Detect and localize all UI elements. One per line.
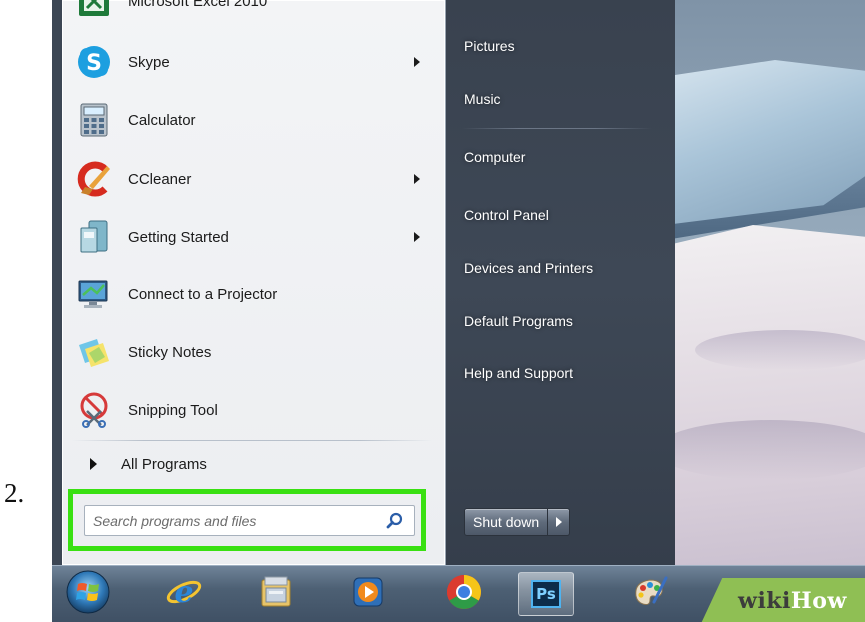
taskbar-windows-explorer[interactable] <box>248 572 304 616</box>
wikihow-watermark: wiki How <box>738 584 847 618</box>
snipping-tool-icon <box>74 390 114 430</box>
taskbar-media-player[interactable] <box>340 572 396 616</box>
submenu-arrow-icon[interactable] <box>414 232 420 242</box>
windows-start-icon <box>64 568 112 621</box>
program-item-calculator[interactable]: Calculator <box>70 92 432 148</box>
svg-text:S: S <box>86 51 102 76</box>
program-item-excel[interactable]: Microsoft Excel 2010 <box>70 0 432 29</box>
ccleaner-icon <box>74 159 114 199</box>
program-label: Snipping Tool <box>128 401 218 419</box>
search-box[interactable] <box>84 505 415 536</box>
program-label: Microsoft Excel 2010 <box>128 0 268 10</box>
all-programs-button[interactable]: All Programs <box>70 447 432 481</box>
sticky-notes-icon <box>74 332 114 372</box>
desktop-wallpaper <box>675 0 865 565</box>
program-item-connect-projector[interactable]: Connect to a Projector <box>70 266 432 322</box>
program-item-sticky-notes[interactable]: Sticky Notes <box>70 324 432 380</box>
places-pane: Pictures Music Computer Control Panel De… <box>446 0 675 565</box>
menu-item-control-panel[interactable]: Control Panel <box>464 200 664 230</box>
programs-pane: Microsoft Excel 2010 S Skype Calculator … <box>62 0 446 565</box>
menu-item-help-support[interactable]: Help and Support <box>464 358 664 388</box>
paint-icon <box>630 572 670 617</box>
start-menu: Microsoft Excel 2010 S Skype Calculator … <box>62 0 675 565</box>
menu-divider <box>72 440 432 441</box>
program-label: CCleaner <box>128 170 192 188</box>
menu-item-pictures[interactable]: Pictures <box>464 31 664 61</box>
menu-item-computer[interactable]: Computer <box>464 142 664 172</box>
all-programs-label: All Programs <box>121 455 207 473</box>
getting-started-icon <box>74 217 114 257</box>
internet-explorer-icon: e <box>164 572 204 617</box>
photoshop-icon: Ps <box>531 580 561 608</box>
shutdown-group: Shut down <box>464 508 571 536</box>
submenu-arrow-icon[interactable] <box>414 174 420 184</box>
step-number: 2. <box>4 478 25 508</box>
program-label: Calculator <box>128 111 196 129</box>
search-input[interactable] <box>85 506 384 535</box>
watermark-wiki: wiki <box>738 588 791 614</box>
menu-divider <box>462 128 652 129</box>
folder-icon <box>256 572 296 617</box>
excel-icon <box>74 0 114 21</box>
program-item-skype[interactable]: S Skype <box>70 34 432 90</box>
program-item-snipping-tool[interactable]: Snipping Tool <box>70 382 432 438</box>
submenu-arrow-icon[interactable] <box>414 57 420 67</box>
svg-text:e: e <box>174 575 193 610</box>
search-icon[interactable] <box>384 510 406 532</box>
chevron-right-icon <box>90 458 97 470</box>
menu-item-devices-printers[interactable]: Devices and Printers <box>464 253 664 283</box>
chrome-icon <box>444 572 484 617</box>
taskbar-paint[interactable] <box>622 572 678 616</box>
projector-icon <box>74 274 114 314</box>
calculator-icon <box>74 100 114 140</box>
taskbar-internet-explorer[interactable]: e <box>156 572 212 616</box>
taskbar-chrome[interactable] <box>436 572 492 616</box>
photoshop-label: Ps <box>536 585 556 603</box>
program-label: Sticky Notes <box>128 343 212 361</box>
menu-item-default-programs[interactable]: Default Programs <box>464 306 664 336</box>
program-label: Getting Started <box>128 228 229 246</box>
skype-icon: S <box>74 42 114 82</box>
watermark-how: How <box>790 588 847 614</box>
shutdown-options-button[interactable] <box>548 508 571 536</box>
program-label: Skype <box>128 53 170 71</box>
shutdown-button[interactable]: Shut down <box>464 508 549 536</box>
program-item-getting-started[interactable]: Getting Started <box>70 209 432 265</box>
chevron-right-icon <box>555 517 562 527</box>
program-item-ccleaner[interactable]: CCleaner <box>70 151 432 207</box>
taskbar-photoshop[interactable]: Ps <box>518 572 574 616</box>
program-label: Connect to a Projector <box>128 285 278 303</box>
media-player-icon <box>351 575 385 614</box>
screenshot-frame: Microsoft Excel 2010 S Skype Calculator … <box>52 0 865 622</box>
menu-item-music[interactable]: Music <box>464 84 664 114</box>
start-button[interactable] <box>60 570 116 616</box>
